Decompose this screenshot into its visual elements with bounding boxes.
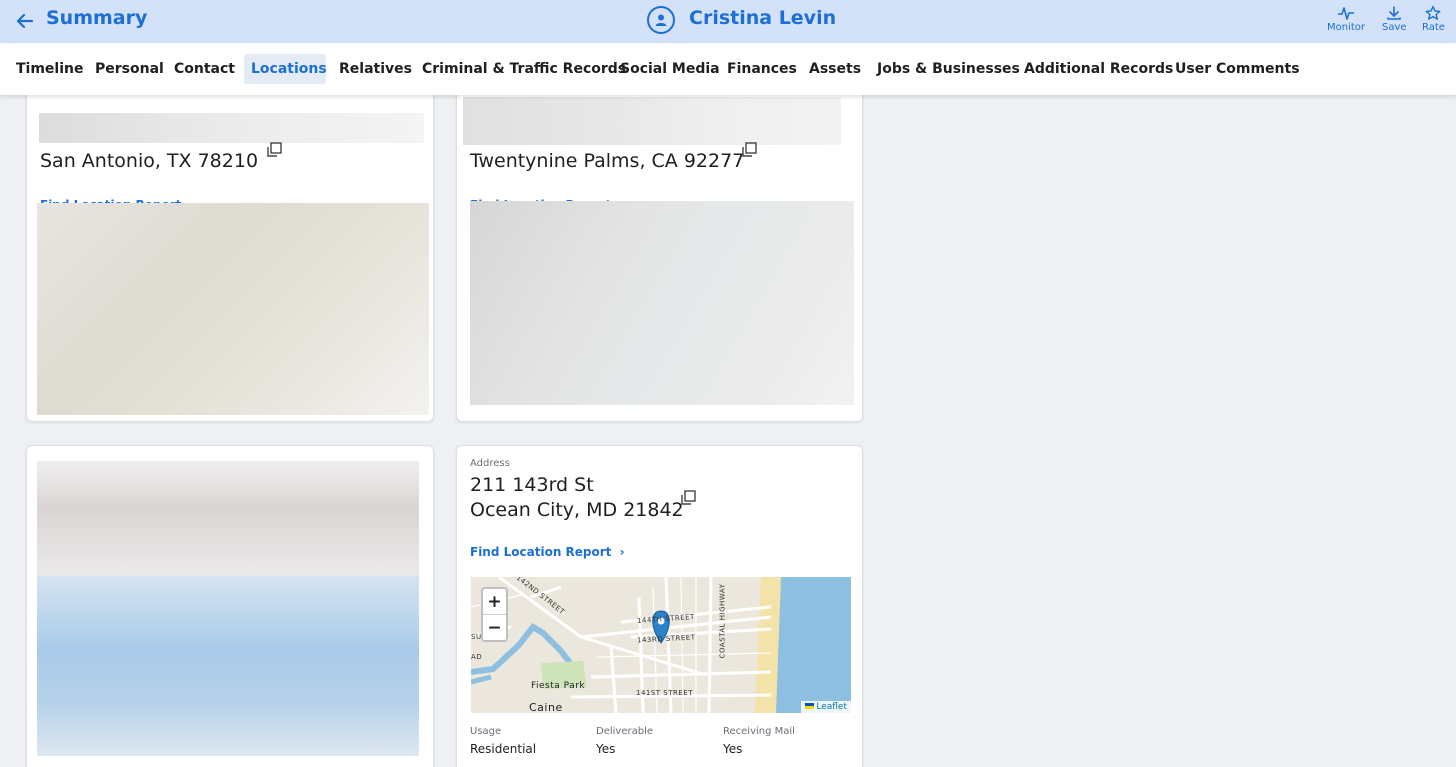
street-label: Caine <box>529 701 563 713</box>
tab-social-media[interactable]: Social Media <box>613 54 727 84</box>
street-label: AD <box>471 653 483 661</box>
copy-icon[interactable] <box>679 489 697 507</box>
page-title[interactable]: Summary <box>46 7 147 29</box>
monitor-button[interactable]: Monitor <box>1327 5 1365 33</box>
tab-finances[interactable]: Finances <box>720 54 804 84</box>
tab-additional-records[interactable]: Additional Records <box>1017 54 1180 84</box>
star-icon <box>1425 5 1441 20</box>
deliverable-value: Yes <box>596 742 616 756</box>
redacted-address <box>37 461 419 581</box>
address-city-line: Twentynine Palms, CA 92277 <box>470 150 745 172</box>
save-button[interactable]: Save <box>1382 5 1407 33</box>
address-street-line: 211 143rd St <box>470 474 594 496</box>
street-label: COASTAL HIGHWAY <box>718 583 727 659</box>
tab-assets[interactable]: Assets <box>802 54 868 84</box>
street-label: Fiesta Park <box>531 681 586 691</box>
address-city-line: Ocean City, MD 21842 <box>470 499 684 521</box>
location-card <box>26 445 434 767</box>
tab-relatives[interactable]: Relatives <box>332 54 419 84</box>
location-card: Twentynine Palms, CA 92277 Find Location… <box>456 84 863 422</box>
zoom-out-button[interactable]: − <box>483 615 506 641</box>
top-header: Summary Cristina Levin Monitor Save Rate <box>0 0 1456 43</box>
redacted-map <box>470 201 854 405</box>
redacted-map <box>37 203 429 415</box>
attribution-link[interactable]: Leaflet <box>816 702 847 712</box>
map-zoom-control: + − <box>481 587 508 642</box>
receiving-mail-value: Yes <box>723 742 743 756</box>
location-card: Address 211 143rd St Ocean City, MD 2184… <box>456 445 863 767</box>
usage-value: Residential <box>470 742 537 756</box>
ukraine-flag-icon <box>805 703 815 709</box>
tab-locations[interactable]: Locations <box>244 54 327 84</box>
tab-timeline[interactable]: Timeline <box>9 54 91 84</box>
find-location-report-label: Find Location Report <box>470 545 612 559</box>
person-circle-icon <box>647 6 675 34</box>
tab-personal[interactable]: Personal <box>88 54 171 84</box>
rate-button[interactable]: Rate <box>1422 5 1445 33</box>
usage-label: Usage <box>470 726 502 737</box>
redacted-map <box>37 576 419 756</box>
tab-criminal-traffic-records[interactable]: Criminal & Traffic Records <box>415 54 633 84</box>
pulse-icon <box>1338 7 1354 20</box>
person-name: Cristina Levin <box>689 7 837 29</box>
arrow-left-icon <box>16 13 34 29</box>
section-tabs: Timeline Personal Contact Locations Rela… <box>0 43 1456 95</box>
tab-user-comments[interactable]: User Comments <box>1168 54 1307 84</box>
tab-contact[interactable]: Contact <box>167 54 242 84</box>
address-label: Address <box>470 458 510 469</box>
map-attribution[interactable]: Leaflet <box>801 701 851 713</box>
location-card: San Antonio, TX 78210 Find Location Repo… <box>26 84 434 422</box>
copy-icon[interactable] <box>740 141 758 159</box>
redacted-address <box>463 97 841 145</box>
copy-icon[interactable] <box>265 141 283 159</box>
monitor-label: Monitor <box>1327 22 1366 33</box>
rate-label: Rate <box>1422 22 1445 33</box>
back-button[interactable] <box>12 8 38 34</box>
redacted-address <box>39 113 424 143</box>
receiving-mail-label: Receiving Mail <box>723 726 795 737</box>
download-icon <box>1387 6 1402 20</box>
street-label: 141ST STREET <box>636 689 694 697</box>
zoom-in-button[interactable]: + <box>483 589 506 615</box>
tab-jobs-businesses[interactable]: Jobs & Businesses <box>870 54 1027 84</box>
chevron-right-icon: › <box>619 545 625 559</box>
deliverable-label: Deliverable <box>596 726 653 737</box>
address-city-line: San Antonio, TX 78210 <box>40 150 259 172</box>
save-label: Save <box>1382 22 1407 33</box>
find-location-report-link[interactable]: Find Location Report › <box>470 545 625 559</box>
location-map[interactable]: 142ND STREET 144TH STREET 143RD STREET C… <box>471 577 851 713</box>
